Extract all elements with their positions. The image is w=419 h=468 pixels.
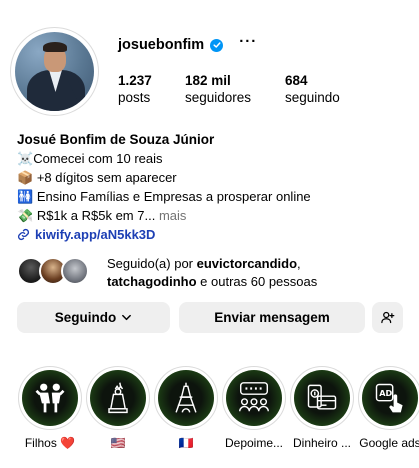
posts-count: 1.237 posts — [118, 73, 152, 105]
more-options-icon[interactable]: ··· — [239, 34, 257, 49]
highlight-item[interactable]: 🇺🇸 — [86, 366, 150, 450]
family-icon — [35, 383, 65, 413]
bio-more-link[interactable]: mais — [159, 208, 186, 223]
profile-link[interactable]: kiwify.app/aN5kk3D — [17, 225, 412, 244]
highlight-item[interactable]: AD Google ads — [358, 366, 419, 450]
highlight-item[interactable]: Depoime... — [222, 366, 286, 450]
highlight-item[interactable]: Dinheiro ... — [290, 366, 354, 450]
money-icon — [307, 384, 337, 410]
chevron-down-icon — [122, 314, 132, 321]
eiffel-tower-icon — [175, 382, 197, 413]
bio-line: 🚻 Ensino Famílias e Empresas a prosperar… — [17, 189, 311, 204]
ads-icon: AD — [375, 383, 403, 413]
bio-line: 📦 +8 dígitos sem aparecer — [17, 170, 177, 185]
follower-username[interactable]: tatchagodinho — [107, 274, 197, 289]
avatar-photo — [15, 32, 94, 111]
statue-of-liberty-icon — [108, 382, 128, 414]
profile-stats: 1.237 posts 182 mil seguidores 684 segui… — [118, 72, 340, 106]
username: josuebonfim — [118, 37, 205, 53]
follower-avatar — [61, 257, 89, 285]
highlight-label: 🇫🇷 — [178, 436, 194, 450]
following-button[interactable]: Seguindo — [17, 302, 170, 333]
add-person-icon — [381, 311, 395, 324]
highlight-item[interactable]: Filhos ❤️ — [18, 366, 82, 450]
full-name: Josué Bonfim de Souza Júnior — [17, 132, 215, 147]
highlight-item[interactable]: 🇫🇷 — [154, 366, 218, 450]
followers-count[interactable]: 182 mil seguidores — [185, 72, 285, 106]
following-count[interactable]: 684 seguindo — [285, 72, 340, 106]
highlight-label: 🇺🇸 — [110, 436, 126, 450]
bio-line: 💸 R$1k a R$5k em 7... mais — [17, 208, 187, 223]
followed-by-text: Seguido(a) por euvictorcandido, tatchago… — [107, 256, 318, 289]
suggest-users-button[interactable] — [372, 302, 403, 333]
highlight-label: Depoime... — [224, 436, 284, 450]
bio-line: ☠️Comecei com 10 reais — [17, 151, 163, 166]
highlight-label: Dinheiro ... — [292, 436, 352, 450]
link-icon — [17, 228, 30, 241]
highlight-label: Filhos ❤️ — [24, 436, 76, 450]
highlight-label: Google ads — [359, 436, 419, 450]
follower-username[interactable]: euvictorcandido — [197, 256, 297, 271]
testimonials-icon — [239, 382, 269, 412]
profile-avatar[interactable] — [10, 27, 99, 116]
svg-text:AD: AD — [379, 388, 392, 398]
story-highlights: Filhos ❤️ 🇺🇸 🇫🇷 Depoime... Dinheiro ... … — [18, 366, 419, 468]
verified-badge-icon — [210, 38, 224, 52]
profile-bio: Josué Bonfim de Souza Júnior ☠️Comecei c… — [17, 130, 412, 244]
username-row: josuebonfim ··· — [118, 34, 257, 53]
send-message-button[interactable]: Enviar mensagem — [179, 302, 365, 333]
